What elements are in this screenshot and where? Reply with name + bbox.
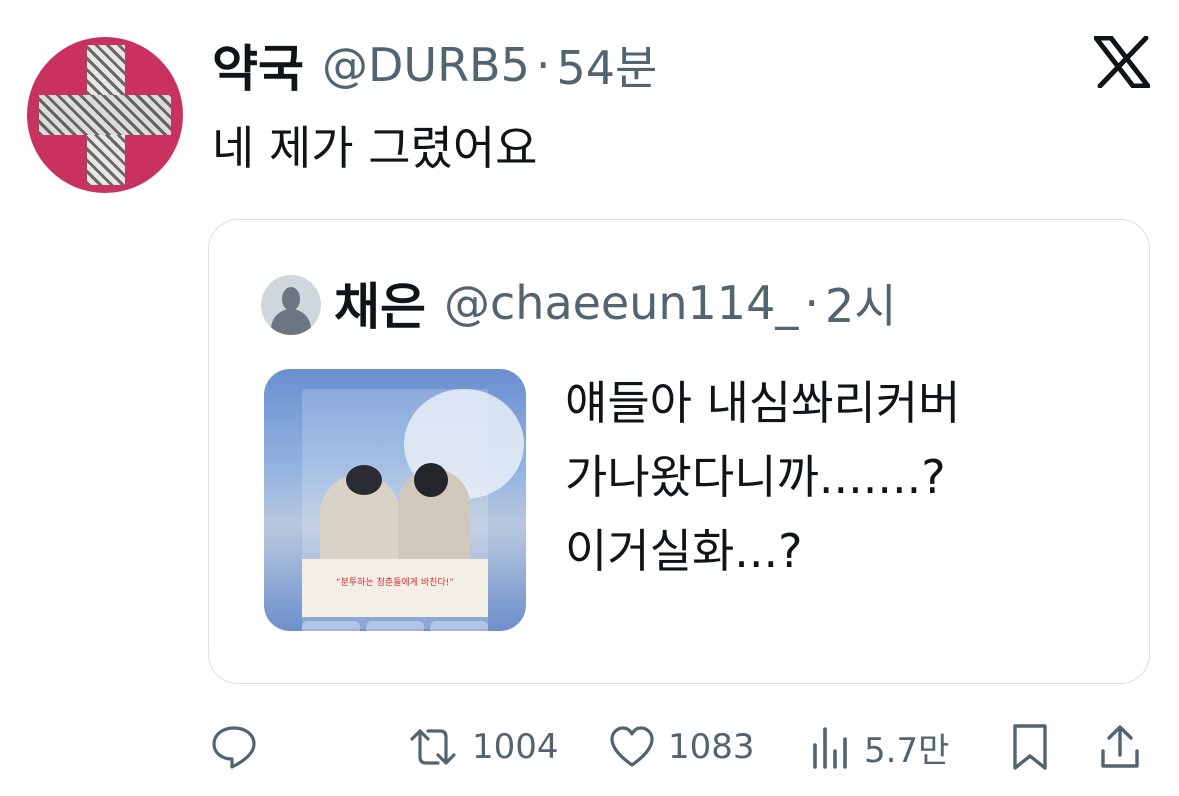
views-count: 5.7만	[864, 730, 950, 771]
display-name[interactable]: 약국	[212, 29, 304, 101]
cover-band-text: “분투하는 청춘들에게 바친다!”	[335, 578, 454, 588]
like-count: 1083	[668, 727, 755, 767]
cross-horizontal	[39, 95, 171, 135]
handle[interactable]: @DURB5	[322, 38, 530, 92]
retweet-count: 1004	[472, 727, 559, 767]
quote-avatar[interactable]	[261, 275, 321, 335]
avatar[interactable]	[27, 37, 183, 193]
image-tabs	[302, 621, 488, 631]
quote-text: 얘들아 내심쏴리커버 가나왔다니까.......? 이거실화...?	[565, 366, 961, 588]
reply-icon	[212, 726, 256, 769]
quote-separator: ·	[804, 276, 819, 330]
avatar-body	[271, 309, 311, 335]
views-button[interactable]: 5.7만	[810, 712, 949, 782]
quote-text-line: 가나왔다니까.......?	[565, 450, 946, 504]
quote-text-line: 이거실화...?	[565, 524, 803, 578]
tweet-text: 네 제가 그렸어요	[212, 121, 538, 175]
heart-icon	[610, 726, 654, 767]
quote-header: 채은 @chaeeun114_ · 2시	[334, 268, 897, 338]
separator: ·	[535, 38, 551, 92]
quote-timestamp[interactable]: 2시	[825, 270, 897, 336]
quote-image[interactable]: “분투하는 청춘들에게 바친다!”	[264, 369, 526, 631]
quote-display-name[interactable]: 채은	[334, 267, 426, 339]
bookmark-button[interactable]	[1010, 712, 1050, 782]
reply-button[interactable]	[210, 712, 258, 782]
tweet-header: 약국 @DURB5 · 54분	[212, 30, 657, 100]
share-icon	[1101, 725, 1139, 768]
hair-right	[414, 463, 448, 497]
cover-band	[302, 559, 488, 617]
retweet-button[interactable]: 1004	[406, 712, 559, 782]
like-button[interactable]: 1083	[608, 712, 755, 782]
quote-tweet[interactable]: 채은 @chaeeun114_ · 2시 “분투하는 청춘들에게 바친다!” 얘…	[208, 219, 1150, 684]
retweet-icon	[410, 729, 456, 765]
hair-left	[346, 465, 382, 495]
views-icon	[813, 727, 847, 769]
x-logo-icon	[1094, 36, 1150, 88]
quote-text-line: 얘들아 내심쏴리커버	[565, 376, 961, 430]
bookmark-icon	[1013, 724, 1047, 770]
timestamp[interactable]: 54분	[557, 32, 658, 98]
action-bar: 1004 1083 5.7만	[0, 712, 1179, 782]
share-button[interactable]	[1098, 712, 1142, 782]
quote-handle[interactable]: @chaeeun114_	[444, 276, 798, 330]
avatar-head	[282, 287, 300, 311]
